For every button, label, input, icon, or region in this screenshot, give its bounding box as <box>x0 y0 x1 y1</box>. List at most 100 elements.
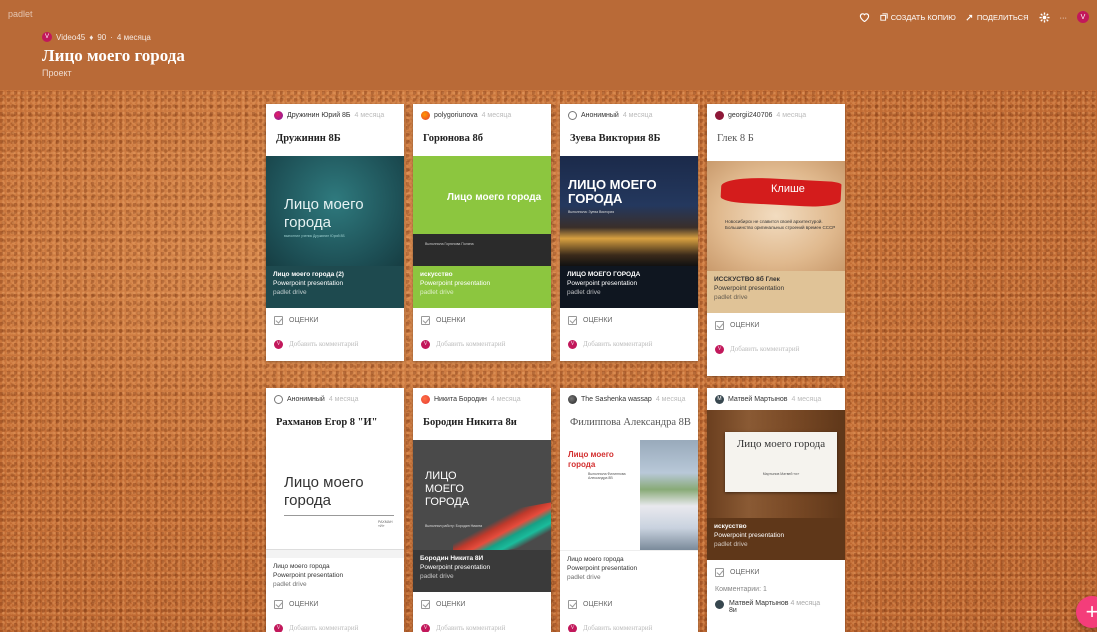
attachment-preview[interactable]: Лицо моего города Выполнила Филиппова Ал… <box>560 440 698 550</box>
more-button[interactable]: ··· <box>1060 13 1068 22</box>
author-avatar <box>421 110 430 120</box>
rating-label: оценки <box>583 600 613 608</box>
attachment-name: ЛИЦО МОЕГО ГОРОДА <box>567 271 641 278</box>
post-header: Анонимный 4 месяца <box>266 388 404 410</box>
attachment-source: padlet drive <box>420 289 454 296</box>
author-avatar: М <box>715 394 724 404</box>
padlet-logo[interactable]: padlet <box>8 9 33 19</box>
add-post-button[interactable]: + <box>1076 596 1097 628</box>
attachment-info[interactable]: искусство Powerpoint presentation padlet… <box>707 518 845 560</box>
post-card[interactable]: М Матвей Мартынов 4 месяца Лицо моего го… <box>707 388 845 632</box>
add-comment[interactable]: V Добавить комментарий <box>266 332 404 356</box>
add-comment[interactable]: V Добавить комментарий <box>560 332 698 356</box>
attachment-preview[interactable]: ЛИЦО МОЕГО ГОРОДА Выполнила: Зуева Викто… <box>560 156 698 266</box>
like-button[interactable] <box>859 12 870 22</box>
post-author[interactable]: The Sashenka wassap <box>581 396 652 403</box>
comment-placeholder: Добавить комментарий <box>583 340 653 348</box>
remake-button[interactable]: создать копию <box>880 13 956 22</box>
post-author[interactable]: Матвей Мартынов <box>728 396 788 403</box>
slide-band <box>413 234 551 266</box>
post-time: 4 месяца <box>490 395 521 403</box>
attachment-info[interactable]: ИССКУСТВО 8б Глек Powerpoint presentatio… <box>707 271 845 313</box>
checkbox-icon <box>715 320 724 330</box>
rating-button[interactable]: оценки <box>560 592 698 616</box>
attachment-source: padlet drive <box>567 289 601 296</box>
attachment-name: искусство <box>420 271 453 278</box>
post-author[interactable]: polygoriunova <box>434 112 478 119</box>
post-card[interactable]: Анонимный 4 месяца Рахманов Егор 8 "И" Л… <box>266 388 404 632</box>
slide-subtitle: РАХМАН «И» <box>378 520 393 528</box>
post-author[interactable]: Никита Бородин <box>434 396 487 403</box>
author-name[interactable]: Video45 <box>56 33 85 42</box>
comment-author-avatar <box>715 600 724 609</box>
rating-label: оценки <box>730 321 760 329</box>
user-avatar-small: V <box>421 339 430 349</box>
share-button[interactable]: поделиться <box>966 13 1029 22</box>
rating-button[interactable]: оценки <box>707 560 845 584</box>
attachment-info[interactable]: Лицо моего города Powerpoint presentatio… <box>560 550 698 592</box>
rating-label: оценки <box>583 316 613 324</box>
comment-author[interactable]: Матвей Мартынов <box>729 600 789 607</box>
comment-item: Матвей Мартынов 4 месяца 8и <box>707 598 845 616</box>
comments-count[interactable]: Комментарии: 1 <box>707 584 845 598</box>
attachment-preview[interactable]: ЛИЦО МОЕГО ГОРОДА Выполнил работу: Бород… <box>413 440 551 550</box>
attachment-preview[interactable]: Лицо моего города Выполнила Горюнова Пол… <box>413 156 551 266</box>
post-author[interactable]: georgii240706 <box>728 112 772 119</box>
add-comment[interactable]: V Добавить комментарий <box>413 616 551 632</box>
add-comment[interactable]: V Добавить комментарий <box>266 616 404 632</box>
checkbox-icon <box>568 599 577 609</box>
add-comment[interactable]: V Добавить комментарий <box>560 616 698 632</box>
post-card[interactable]: The Sashenka wassap 4 месяца Филиппова А… <box>560 388 698 632</box>
author-avatar[interactable]: V <box>42 32 52 42</box>
rating-button[interactable]: оценки <box>707 313 845 337</box>
post-card[interactable]: Анонимный 4 месяца Зуева Виктория 8Б ЛИЦ… <box>560 104 698 361</box>
checkbox-icon <box>568 315 577 325</box>
attachment-info[interactable]: ЛИЦО МОЕГО ГОРОДА Powerpoint presentatio… <box>560 266 698 308</box>
settings-button[interactable] <box>1038 11 1050 23</box>
rating-button[interactable]: оценки <box>266 592 404 616</box>
comment-placeholder: Добавить комментарий <box>730 345 800 353</box>
attachment-info[interactable]: искусство Powerpoint presentation padlet… <box>413 266 551 308</box>
attachment-type: Powerpoint presentation <box>420 564 491 571</box>
attachment-preview[interactable]: Лицо моего города выполнил ученик Дружин… <box>266 156 404 266</box>
rating-label: оценки <box>289 600 319 608</box>
post-card[interactable]: polygoriunova 4 месяца Горюнова 8б Лицо … <box>413 104 551 361</box>
attachment-preview[interactable]: Клише Новосибирск не славится своей архи… <box>707 161 845 271</box>
rating-button[interactable]: оценки <box>266 308 404 332</box>
rating-button[interactable]: оценки <box>560 308 698 332</box>
add-comment[interactable]: V Добавить комментарий <box>707 337 845 361</box>
post-author[interactable]: Дружинин Юрий 8Б <box>287 112 351 119</box>
post-card[interactable]: Никита Бородин 4 месяца Бородин Никита 8… <box>413 388 551 632</box>
post-title: Зуева Виктория 8Б <box>570 133 661 144</box>
add-comment[interactable]: V Добавить комментарий <box>413 332 551 356</box>
post-card[interactable]: georgii240706 4 месяца Глек 8 Б Клише Но… <box>707 104 845 376</box>
remake-label: создать копию <box>890 12 956 22</box>
attachment-source: padlet drive <box>714 541 748 548</box>
post-card[interactable]: Дружинин Юрий 8Б 4 месяца Дружинин 8Б Ли… <box>266 104 404 361</box>
author-avatar <box>715 110 724 120</box>
attachment-info[interactable]: Бородин Никита 8И Powerpoint presentatio… <box>413 550 551 592</box>
post-author[interactable]: Анонимный <box>581 112 619 119</box>
rating-label: оценки <box>730 568 760 576</box>
rating-button[interactable]: оценки <box>413 592 551 616</box>
comment-placeholder: Добавить комментарий <box>289 340 359 348</box>
user-avatar-small: V <box>568 623 577 632</box>
slide-subtitle: выполнил ученик Дружинин Юрий 8Б <box>284 234 345 238</box>
slide-title: ЛИЦО МОЕГО ГОРОДА <box>425 470 470 508</box>
slide-subtitle: Новосибирск не славится своей архитектур… <box>725 219 836 230</box>
attachment-type: Powerpoint presentation <box>714 285 785 292</box>
post-time: 4 месяца <box>354 111 385 119</box>
post-author[interactable]: Анонимный <box>287 396 325 403</box>
rating-button[interactable]: оценки <box>413 308 551 332</box>
anonymous-icon <box>274 394 283 404</box>
attachment-info[interactable]: Лицо моего города (2) Powerpoint present… <box>266 266 404 308</box>
rating-label: оценки <box>289 316 319 324</box>
attachment-name: искусство <box>714 523 747 530</box>
user-avatar-small: V <box>568 339 577 349</box>
slide-title: Лицо моего города <box>284 474 364 509</box>
attachment-info[interactable]: Лицо моего города Powerpoint presentatio… <box>266 550 404 592</box>
user-avatar[interactable]: V <box>1077 11 1089 23</box>
attachment-preview[interactable]: Лицо моего города Мартынов Матвей «и» <box>707 410 845 518</box>
attachment-preview[interactable]: Лицо моего города РАХМАН «И» <box>266 440 404 550</box>
post-header: Никита Бородин 4 месяца <box>413 388 551 410</box>
